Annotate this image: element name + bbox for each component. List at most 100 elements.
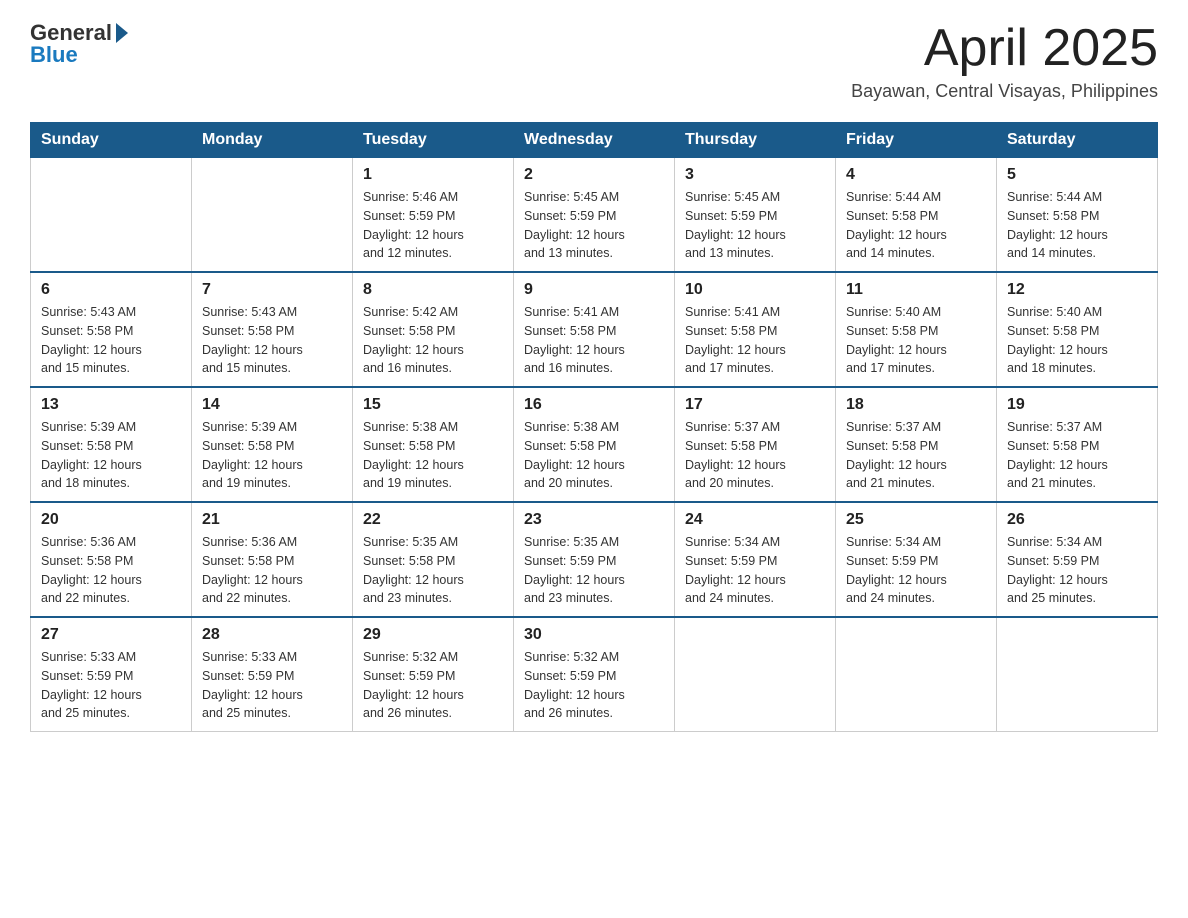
table-row: 30 Sunrise: 5:32 AMSunset: 5:59 PMDayligh…	[514, 617, 675, 732]
table-row: 2Sunrise: 5:45 AMSunset: 5:59 PMDaylight…	[514, 158, 675, 273]
day-info: Sunrise: 5:33 AMSunset: 5:59 PMDaylight:…	[202, 648, 342, 723]
col-header-monday: Monday	[192, 123, 353, 158]
table-row: 16Sunrise: 5:38 AMSunset: 5:58 PMDayligh…	[514, 387, 675, 502]
day-number: 30	[524, 626, 664, 644]
col-header-friday: Friday	[836, 123, 997, 158]
table-row: 9 Sunrise: 5:41 AMSunset: 5:58 PMDaylight…	[514, 272, 675, 387]
day-number: 22	[363, 511, 503, 529]
day-number: 18	[846, 396, 986, 414]
table-row: 6 Sunrise: 5:43 AMSunset: 5:58 PMDaylight…	[31, 272, 192, 387]
table-row: 15 Sunrise: 5:38 AMSunset: 5:58 PMDayligh…	[353, 387, 514, 502]
day-number: 4	[846, 166, 986, 184]
day-number: 14	[202, 396, 342, 414]
day-info: Sunrise: 5:36 AMSunset: 5:58 PMDaylight:…	[41, 533, 181, 608]
day-number: 8	[363, 281, 503, 299]
day-info: Sunrise: 5:37 AMSunset: 5:58 PMDaylight:…	[685, 418, 825, 493]
table-row	[836, 617, 997, 732]
table-row: 27 Sunrise: 5:33 AMSunset: 5:59 PMDayligh…	[31, 617, 192, 732]
col-header-sunday: Sunday	[31, 123, 192, 158]
calendar-table: SundayMondayTuesdayWednesdayThursdayFrid…	[30, 122, 1158, 732]
day-number: 20	[41, 511, 181, 529]
page-header: General Blue April 2025 Bayawan, Central…	[30, 20, 1158, 102]
day-number: 12	[1007, 281, 1147, 299]
table-row: 19Sunrise: 5:37 AMSunset: 5:58 PMDayligh…	[997, 387, 1158, 502]
day-info: Sunrise: 5:45 AMSunset: 5:59 PMDaylight:…	[524, 188, 664, 263]
day-number: 27	[41, 626, 181, 644]
day-number: 28	[202, 626, 342, 644]
day-info: Sunrise: 5:45 AMSunset: 5:59 PMDaylight:…	[685, 188, 825, 263]
table-row: 4 Sunrise: 5:44 AMSunset: 5:58 PMDaylight…	[836, 158, 997, 273]
day-number: 1	[363, 166, 503, 184]
day-info: Sunrise: 5:35 AMSunset: 5:58 PMDaylight:…	[363, 533, 503, 608]
day-number: 5	[1007, 166, 1147, 184]
table-row: 28 Sunrise: 5:33 AMSunset: 5:59 PMDayligh…	[192, 617, 353, 732]
table-row	[675, 617, 836, 732]
day-info: Sunrise: 5:35 AMSunset: 5:59 PMDaylight:…	[524, 533, 664, 608]
col-header-tuesday: Tuesday	[353, 123, 514, 158]
month-title: April 2025	[851, 20, 1158, 77]
day-info: Sunrise: 5:40 AMSunset: 5:58 PMDaylight:…	[846, 303, 986, 378]
calendar-header-row: SundayMondayTuesdayWednesdayThursdayFrid…	[31, 123, 1158, 158]
day-number: 10	[685, 281, 825, 299]
title-area: April 2025 Bayawan, Central Visayas, Phi…	[851, 20, 1158, 102]
day-number: 6	[41, 281, 181, 299]
day-info: Sunrise: 5:41 AMSunset: 5:58 PMDaylight:…	[524, 303, 664, 378]
table-row: 10 Sunrise: 5:41 AMSunset: 5:58 PMDayligh…	[675, 272, 836, 387]
day-number: 9	[524, 281, 664, 299]
day-info: Sunrise: 5:43 AMSunset: 5:58 PMDaylight:…	[202, 303, 342, 378]
day-info: Sunrise: 5:39 AMSunset: 5:58 PMDaylight:…	[202, 418, 342, 493]
day-number: 25	[846, 511, 986, 529]
logo-arrow-icon	[116, 23, 128, 43]
day-number: 13	[41, 396, 181, 414]
day-number: 7	[202, 281, 342, 299]
table-row: 12 Sunrise: 5:40 AMSunset: 5:58 PMDayligh…	[997, 272, 1158, 387]
table-row: 25 Sunrise: 5:34 AMSunset: 5:59 PMDayligh…	[836, 502, 997, 617]
table-row: 14 Sunrise: 5:39 AMSunset: 5:58 PMDayligh…	[192, 387, 353, 502]
table-row: 13 Sunrise: 5:39 AMSunset: 5:58 PMDayligh…	[31, 387, 192, 502]
col-header-saturday: Saturday	[997, 123, 1158, 158]
table-row: 17 Sunrise: 5:37 AMSunset: 5:58 PMDayligh…	[675, 387, 836, 502]
day-info: Sunrise: 5:32 AMSunset: 5:59 PMDaylight:…	[524, 648, 664, 723]
table-row: 23 Sunrise: 5:35 AMSunset: 5:59 PMDayligh…	[514, 502, 675, 617]
day-info: Sunrise: 5:34 AMSunset: 5:59 PMDaylight:…	[846, 533, 986, 608]
table-row: 22 Sunrise: 5:35 AMSunset: 5:58 PMDayligh…	[353, 502, 514, 617]
calendar-week-row: 13 Sunrise: 5:39 AMSunset: 5:58 PMDayligh…	[31, 387, 1158, 502]
table-row: 21 Sunrise: 5:36 AMSunset: 5:58 PMDayligh…	[192, 502, 353, 617]
table-row: 18 Sunrise: 5:37 AMSunset: 5:58 PMDayligh…	[836, 387, 997, 502]
day-info: Sunrise: 5:37 AMSunset: 5:58 PMDaylight:…	[846, 418, 986, 493]
table-row: 7 Sunrise: 5:43 AMSunset: 5:58 PMDaylight…	[192, 272, 353, 387]
day-info: Sunrise: 5:34 AMSunset: 5:59 PMDaylight:…	[685, 533, 825, 608]
day-info: Sunrise: 5:43 AMSunset: 5:58 PMDaylight:…	[41, 303, 181, 378]
table-row: 20 Sunrise: 5:36 AMSunset: 5:58 PMDayligh…	[31, 502, 192, 617]
calendar-week-row: 1Sunrise: 5:46 AMSunset: 5:59 PMDaylight…	[31, 158, 1158, 273]
day-info: Sunrise: 5:44 AMSunset: 5:58 PMDaylight:…	[846, 188, 986, 263]
table-row: 11 Sunrise: 5:40 AMSunset: 5:58 PMDayligh…	[836, 272, 997, 387]
day-info: Sunrise: 5:37 AMSunset: 5:58 PMDaylight:…	[1007, 418, 1147, 493]
day-number: 21	[202, 511, 342, 529]
logo-blue-text: Blue	[30, 42, 78, 68]
day-info: Sunrise: 5:41 AMSunset: 5:58 PMDaylight:…	[685, 303, 825, 378]
day-number: 29	[363, 626, 503, 644]
calendar-week-row: 6 Sunrise: 5:43 AMSunset: 5:58 PMDaylight…	[31, 272, 1158, 387]
day-info: Sunrise: 5:40 AMSunset: 5:58 PMDaylight:…	[1007, 303, 1147, 378]
day-info: Sunrise: 5:33 AMSunset: 5:59 PMDaylight:…	[41, 648, 181, 723]
day-info: Sunrise: 5:34 AMSunset: 5:59 PMDaylight:…	[1007, 533, 1147, 608]
day-info: Sunrise: 5:32 AMSunset: 5:59 PMDaylight:…	[363, 648, 503, 723]
day-info: Sunrise: 5:38 AMSunset: 5:58 PMDaylight:…	[363, 418, 503, 493]
day-number: 15	[363, 396, 503, 414]
calendar-week-row: 20 Sunrise: 5:36 AMSunset: 5:58 PMDayligh…	[31, 502, 1158, 617]
day-number: 24	[685, 511, 825, 529]
calendar-week-row: 27 Sunrise: 5:33 AMSunset: 5:59 PMDayligh…	[31, 617, 1158, 732]
day-number: 26	[1007, 511, 1147, 529]
day-number: 23	[524, 511, 664, 529]
day-info: Sunrise: 5:44 AMSunset: 5:58 PMDaylight:…	[1007, 188, 1147, 263]
day-info: Sunrise: 5:39 AMSunset: 5:58 PMDaylight:…	[41, 418, 181, 493]
location-text: Bayawan, Central Visayas, Philippines	[851, 81, 1158, 102]
table-row: 8Sunrise: 5:42 AMSunset: 5:58 PMDaylight…	[353, 272, 514, 387]
table-row	[997, 617, 1158, 732]
table-row: 3Sunrise: 5:45 AMSunset: 5:59 PMDaylight…	[675, 158, 836, 273]
day-info: Sunrise: 5:36 AMSunset: 5:58 PMDaylight:…	[202, 533, 342, 608]
table-row: 5 Sunrise: 5:44 AMSunset: 5:58 PMDaylight…	[997, 158, 1158, 273]
day-number: 17	[685, 396, 825, 414]
day-number: 11	[846, 281, 986, 299]
